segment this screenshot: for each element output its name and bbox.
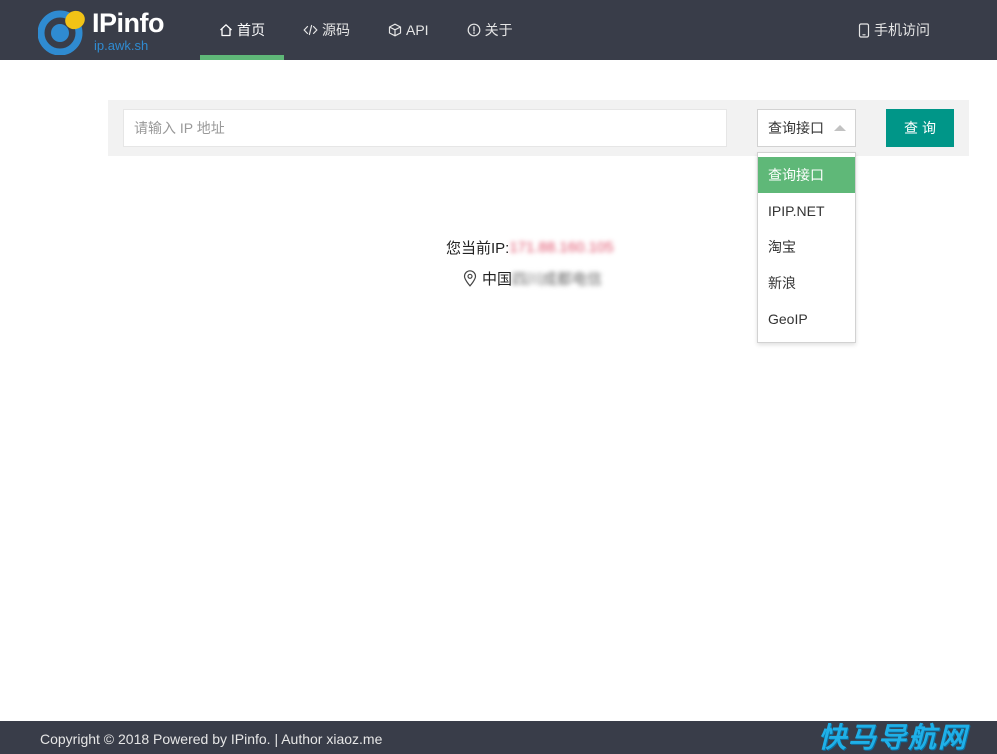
search-panel: 查询接口 查询 [108, 100, 969, 156]
dropdown-option[interactable]: 查询接口 [758, 157, 855, 193]
current-location: 中国 四川成都电信 [463, 268, 602, 289]
dropdown-option[interactable]: IPIP.NET [758, 193, 855, 229]
nav-item-label: API [406, 22, 429, 38]
logo[interactable]: IPinfo ip.awk.sh [38, 5, 178, 55]
location-prefix: 中国 [482, 271, 513, 288]
ip-search-input[interactable] [123, 109, 727, 147]
current-ip-value: 171.88.160.105 [509, 239, 614, 256]
location-value: 四川成都电信 [512, 271, 603, 288]
cube-icon [388, 23, 402, 37]
current-ip: 您当前IP: 171.88.160.105 [446, 237, 614, 258]
home-icon [220, 24, 232, 37]
current-ip-label: 您当前IP: [446, 240, 510, 257]
dropdown-option[interactable]: GeoIP [758, 301, 855, 337]
logo-title: IPinfo [92, 8, 165, 38]
nav-item-api[interactable]: API [369, 0, 448, 60]
logo-icon [38, 10, 85, 55]
watermark: 快马导航网 [818, 722, 969, 753]
api-select-value: 查询接口 [768, 120, 824, 136]
nav-item-about[interactable]: 关于 [448, 0, 532, 60]
info-icon [467, 23, 480, 37]
dropdown-option[interactable]: 新浪 [758, 265, 855, 301]
top-navbar: IPinfo ip.awk.sh 首页 源码 API 关于 手机访问 [0, 0, 997, 60]
mobile-access-link[interactable]: 手机访问 [858, 0, 930, 60]
nav-item-source[interactable]: 源码 [284, 0, 369, 60]
query-button[interactable]: 查询 [886, 109, 954, 147]
code-icon [303, 24, 318, 36]
dropdown-option[interactable]: 淘宝 [758, 229, 855, 265]
nav-item-label: 首页 [237, 22, 265, 38]
mobile-phone-icon [858, 22, 870, 38]
footer-copyright: Copyright © 2018 Powered by IPinfo. | Au… [40, 731, 383, 747]
api-select[interactable]: 查询接口 [757, 109, 856, 147]
main-nav: 首页 源码 API 关于 [200, 0, 532, 60]
logo-subtitle: ip.awk.sh [94, 38, 149, 53]
api-dropdown: 查询接口 IPIP.NET 淘宝 新浪 GeoIP [757, 152, 856, 343]
nav-item-home[interactable]: 首页 [200, 0, 284, 60]
map-pin-icon [463, 270, 477, 287]
nav-item-label: 源码 [322, 22, 350, 38]
caret-up-icon [834, 125, 846, 131]
mobile-access-label: 手机访问 [874, 22, 930, 38]
nav-item-label: 关于 [484, 22, 513, 38]
